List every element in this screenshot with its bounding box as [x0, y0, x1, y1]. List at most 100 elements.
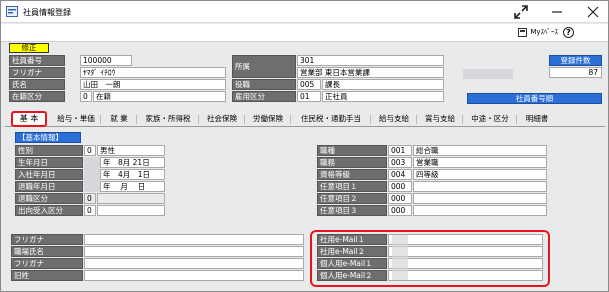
- duty-code[interactable]: 003: [388, 157, 412, 168]
- enrollment-status-label: 在籍区分: [9, 91, 65, 102]
- job-type-value: 総合職: [413, 145, 547, 156]
- modify-badge: 修正: [9, 43, 49, 53]
- tab-midterm-category[interactable]: 中途・区分: [463, 113, 517, 126]
- tab-social-insurance[interactable]: 社会保険: [199, 113, 245, 126]
- employee-number-field[interactable]: 100000: [80, 55, 132, 66]
- tab-work[interactable]: 就 業: [101, 113, 137, 126]
- tab-bonus-payment[interactable]: 賞与支給: [417, 113, 463, 126]
- minimize-icon[interactable]: [548, 4, 566, 20]
- department-code[interactable]: 301: [297, 55, 444, 66]
- tab-payslip[interactable]: 明細書: [517, 113, 557, 126]
- help-icon[interactable]: ?: [563, 27, 574, 38]
- tab-basic[interactable]: 基 本: [11, 111, 47, 127]
- department-name: 営業部 東日本営業課: [297, 67, 444, 78]
- enrollment-status-value: 在籍: [93, 91, 226, 102]
- duty-value: 営業職: [413, 157, 547, 168]
- app-icon: [6, 6, 18, 17]
- optional-item-3-value: [413, 205, 547, 216]
- gender-code[interactable]: 0: [84, 145, 96, 156]
- tool-bar: Myｽﾍﾟｰｽ ?: [1, 24, 608, 42]
- job-type-label: 職種: [317, 145, 387, 156]
- birth-date-label: 生年月日: [15, 157, 83, 168]
- optional-item-2-code[interactable]: 000: [388, 193, 412, 204]
- window-title: 社員情報登録: [23, 8, 71, 17]
- tab-bar: 基 本 給与・単価 就 業 家族・所得税 社会保険 労働保険 住民税・通勤手当 …: [5, 111, 605, 127]
- myspace-label: Myｽﾍﾟｰｽ: [530, 28, 558, 36]
- tab-salary-payment[interactable]: 給与支給: [371, 113, 417, 126]
- department-label: 所属: [232, 55, 296, 78]
- personal-email-1-label: 個人用e-Mail１: [317, 258, 387, 269]
- title-bar: 社員情報登録: [1, 1, 608, 23]
- work-name-field[interactable]: [84, 246, 304, 257]
- grade-code[interactable]: 004: [388, 169, 412, 180]
- retire-category-label: 退職区分: [15, 193, 83, 204]
- enrollment-status-code[interactable]: 0: [80, 91, 92, 102]
- work-name-label: 職場氏名: [11, 246, 83, 257]
- job-type-code[interactable]: 001: [388, 145, 412, 156]
- optional-item-3-label: 任意項目３: [317, 205, 387, 216]
- expand-icon[interactable]: [512, 4, 530, 20]
- personal-email-1-field[interactable]: [388, 258, 543, 269]
- maiden-furigana-field[interactable]: [84, 258, 304, 269]
- register-count-value: 87: [549, 67, 602, 78]
- optional-item-1-value: [413, 181, 547, 192]
- furigana-label: フリガナ: [9, 67, 65, 78]
- birth-date-field[interactable]: 年 8月 21日: [100, 157, 165, 168]
- position-name: 課長: [322, 79, 444, 90]
- employment-type-label: 雇用区分: [232, 91, 296, 102]
- employee-number-label: 社員番号: [9, 55, 65, 66]
- tab-salary-rate[interactable]: 給与・単価: [51, 113, 101, 126]
- employment-type-name: 正社員: [322, 91, 444, 102]
- era-dim-box: [84, 157, 100, 192]
- retire-date-field[interactable]: 年 月 日: [100, 181, 165, 192]
- furigana-field[interactable]: ﾔﾏﾀﾞ ｲﾁﾛｳ: [80, 67, 226, 78]
- hire-date-field[interactable]: 年 4月 1日: [100, 169, 165, 180]
- grade-label: 資格等級: [317, 169, 387, 180]
- retire-category-code[interactable]: 0: [84, 193, 96, 204]
- work-email-1-field[interactable]: [388, 234, 543, 245]
- name-label: 氏名: [9, 79, 65, 90]
- app-window: 社員情報登録 Myｽﾍﾟｰｽ ? 修正 社員番号 100000 フリガナ ﾔﾏﾀ…: [0, 0, 609, 292]
- myspace-icon: [518, 27, 528, 37]
- retire-date-label: 退職年月日: [15, 181, 83, 192]
- position-code[interactable]: 005: [297, 79, 321, 90]
- work-email-2-label: 社用e-Mail２: [317, 246, 387, 257]
- close-icon[interactable]: [584, 4, 602, 20]
- hire-date-label: 入社年月日: [15, 169, 83, 180]
- gender-label: 性別: [15, 145, 83, 156]
- work-email-2-field[interactable]: [388, 246, 543, 257]
- transfer-category-value: [97, 205, 165, 216]
- sort-order-button[interactable]: 社員番号順: [467, 93, 602, 104]
- position-label: 役職: [232, 79, 296, 90]
- tab-labor-insurance[interactable]: 労働保険: [245, 113, 291, 126]
- gender-value: 男性: [97, 145, 165, 156]
- retire-category-value: [97, 193, 165, 204]
- section-title: 【基本情報】: [15, 132, 81, 143]
- work-email-1-label: 社用e-Mail１: [317, 234, 387, 245]
- optional-item-1-label: 任意項目１: [317, 181, 387, 192]
- tab-resident-tax-commute[interactable]: 住民税・通勤手当: [291, 113, 371, 126]
- email-blur-patch: [392, 235, 408, 280]
- maiden-name-label: 旧姓: [11, 270, 83, 281]
- grade-value: 四等級: [413, 169, 547, 180]
- personal-email-2-field[interactable]: [388, 270, 543, 281]
- optional-item-2-label: 任意項目２: [317, 193, 387, 204]
- basic-info-panel: 【基本情報】 性別 0 男性 生年月日 年 8月 21日 入社年月日 年 4月 …: [7, 129, 602, 291]
- personal-email-2-label: 個人用e-Mail２: [317, 270, 387, 281]
- duty-label: 職務: [317, 157, 387, 168]
- tab-family-income-tax[interactable]: 家族・所得税: [137, 113, 199, 126]
- placeholder-box: [463, 69, 513, 79]
- myspace-button[interactable]: Myｽﾍﾟｰｽ: [518, 27, 558, 37]
- transfer-category-label: 出向受入区分: [15, 205, 83, 216]
- employment-type-code[interactable]: 01: [297, 91, 321, 102]
- maiden-furigana-label: フリガナ: [11, 258, 83, 269]
- register-count-label: 登録件数: [549, 55, 602, 66]
- transfer-category-code[interactable]: 0: [84, 205, 96, 216]
- optional-item-3-code[interactable]: 000: [388, 205, 412, 216]
- name-field[interactable]: 山田 一朗: [80, 79, 226, 90]
- optional-item-2-value: [413, 193, 547, 204]
- optional-item-1-code[interactable]: 000: [388, 181, 412, 192]
- maiden-name-field[interactable]: [84, 270, 304, 281]
- work-furigana-label: フリガナ: [11, 234, 83, 245]
- work-furigana-field[interactable]: [84, 234, 304, 245]
